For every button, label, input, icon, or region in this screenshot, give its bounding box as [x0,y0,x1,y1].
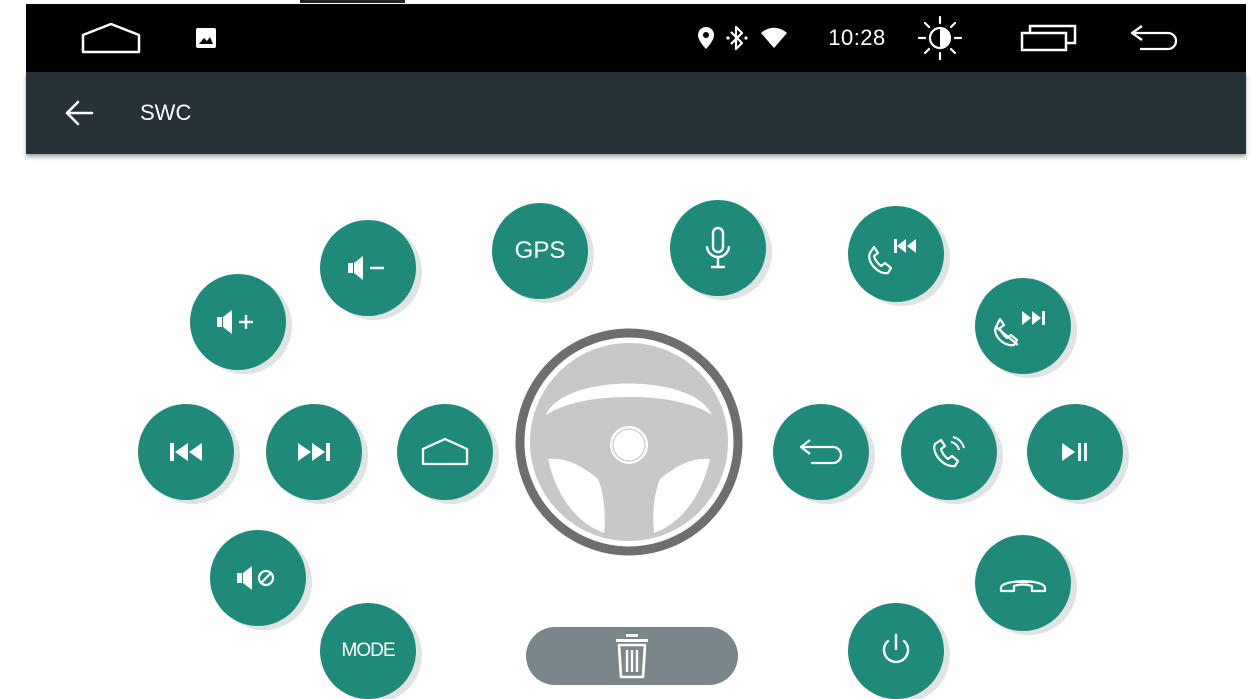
mode-button[interactable]: MODE [320,603,416,699]
hangup-next-icon [994,311,1045,347]
previous-button[interactable] [138,404,234,500]
home-icon [421,437,469,466]
trash-icon [616,634,648,679]
home-outline-icon[interactable] [78,4,144,72]
volume-down-button[interactable] [320,220,416,316]
play-pause-button[interactable] [1027,404,1123,500]
volume-up-button[interactable] [190,274,286,370]
phone-answer-icon [933,436,965,468]
answer-previous-button[interactable] [848,206,944,302]
next-button[interactable] [266,404,362,500]
back-icon [799,439,843,465]
wifi-icon [758,4,790,72]
mute-button[interactable] [210,530,306,626]
power-icon [882,633,910,664]
clock: 10:28 [828,25,886,50]
skip-next-icon [298,443,330,461]
phone-previous-icon [868,239,916,275]
status-bar: 10:28 [26,4,1246,72]
location-pin-icon [694,4,718,72]
steering-wheel-icon [515,328,743,556]
recent-apps-icon[interactable] [1018,4,1080,72]
home-button[interactable] [397,404,493,500]
voice-button[interactable] [670,200,766,296]
mute-icon [237,566,275,590]
microphone-icon [705,226,731,269]
back-icon[interactable] [1126,4,1182,72]
bluetooth-icon [724,4,750,72]
app-bar: SWC [26,72,1246,154]
top-edge-bar [300,0,405,3]
hangup-next-button[interactable] [975,278,1071,374]
back-button[interactable] [773,404,869,500]
gps-button[interactable]: GPS [492,203,588,299]
mode-label: MODE [341,640,396,661]
arrow-left-icon[interactable] [64,98,94,128]
answer-button[interactable] [901,404,997,500]
gallery-icon [191,4,221,72]
skip-previous-icon [170,443,202,461]
phone-hangup-icon [999,580,1047,593]
volume-up-icon [217,310,253,334]
brightness-icon[interactable] [914,4,966,72]
delete-button[interactable] [526,627,738,685]
power-button[interactable] [848,603,944,699]
hangup-button[interactable] [975,535,1071,631]
volume-down-icon [348,256,384,280]
page-title: SWC [140,100,192,125]
play-pause-icon [1062,443,1087,461]
gps-label: GPS [514,237,566,264]
